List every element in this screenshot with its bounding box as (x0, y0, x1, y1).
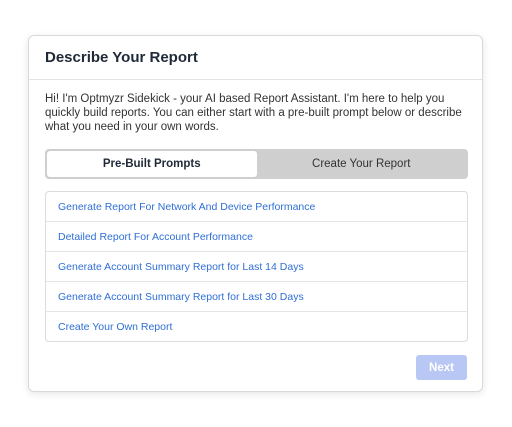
dialog-header: Describe Your Report (29, 36, 482, 80)
prompt-account-performance[interactable]: Detailed Report For Account Performance (46, 222, 467, 252)
report-dialog: Describe Your Report Hi! I'm Optmyzr Sid… (28, 35, 483, 392)
prompt-create-own-report[interactable]: Create Your Own Report (46, 312, 467, 341)
tab-pre-built-prompts[interactable]: Pre-Built Prompts (47, 151, 257, 177)
prompt-mode-toggle: Pre-Built Prompts Create Your Report (45, 149, 468, 179)
prompt-summary-30-days[interactable]: Generate Account Summary Report for Last… (46, 282, 467, 312)
intro-text: Hi! I'm Optmyzr Sidekick - your AI based… (45, 93, 462, 133)
prompt-network-device-performance[interactable]: Generate Report For Network And Device P… (46, 192, 467, 222)
next-button[interactable]: Next (416, 355, 467, 380)
tab-create-your-report[interactable]: Create Your Report (257, 151, 467, 177)
dialog-title: Describe Your Report (45, 49, 198, 66)
prompt-summary-14-days[interactable]: Generate Account Summary Report for Last… (46, 252, 467, 282)
prompt-list: Generate Report For Network And Device P… (45, 191, 468, 342)
